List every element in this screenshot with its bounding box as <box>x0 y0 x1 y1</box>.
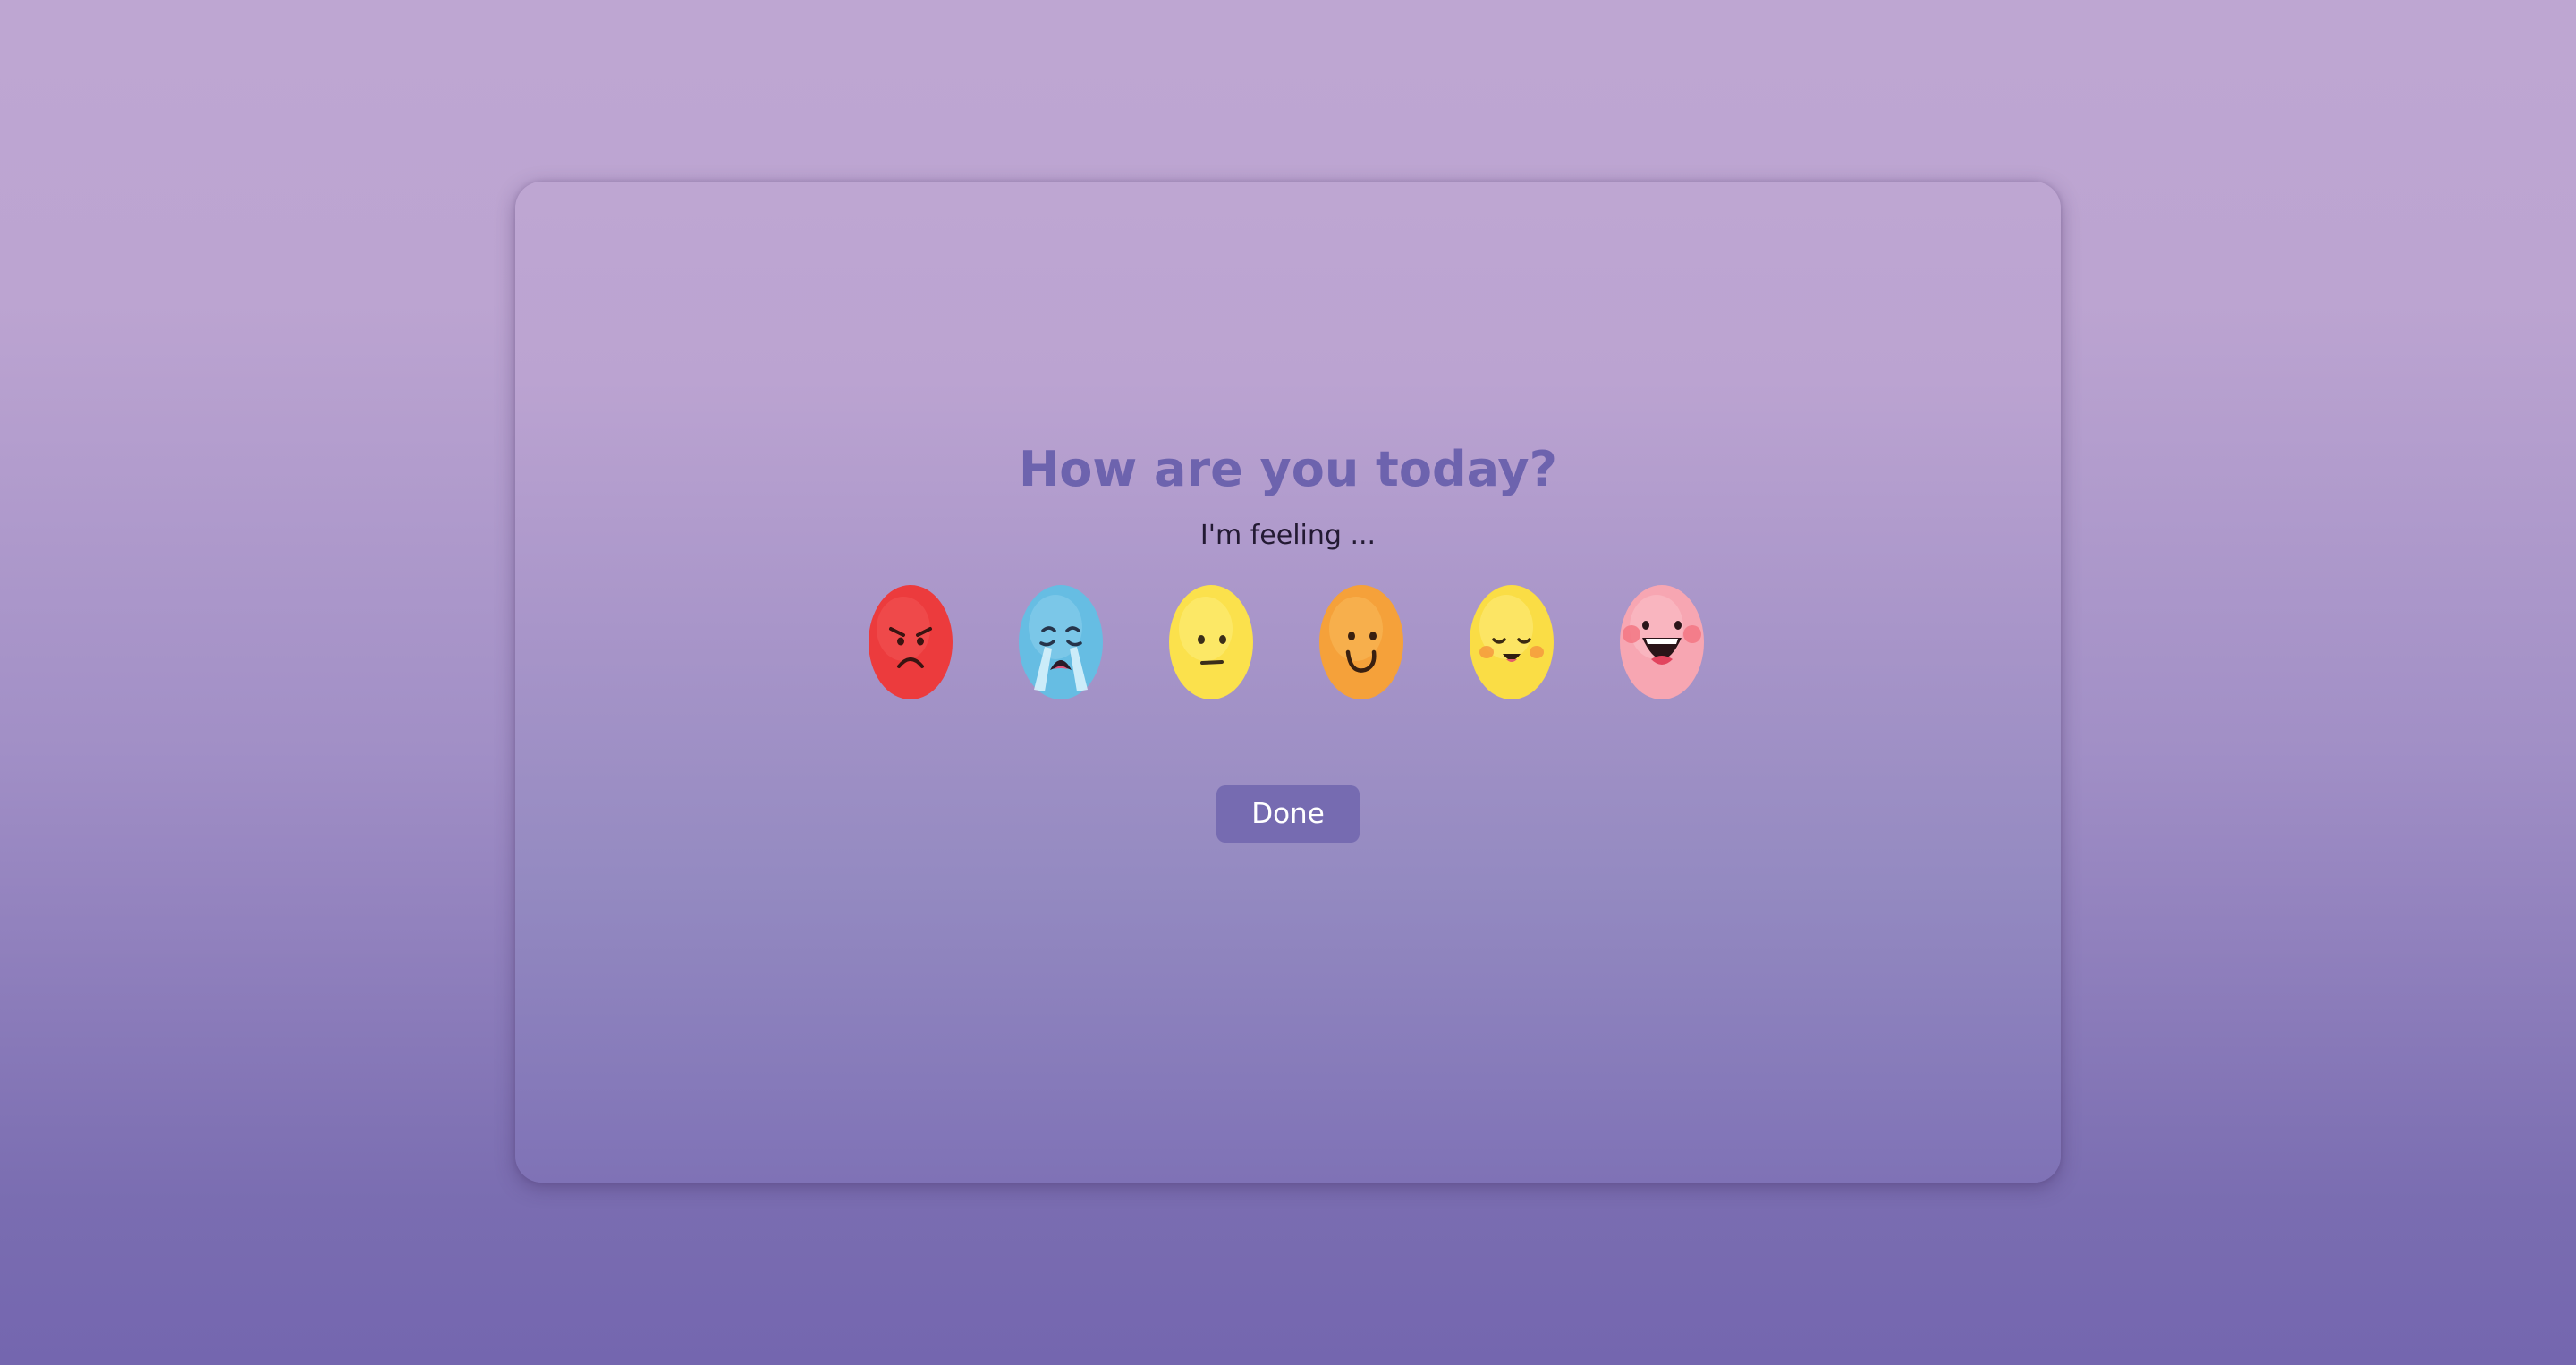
mood-option-laughing[interactable] <box>1619 584 1705 700</box>
mood-options <box>868 584 1708 704</box>
laughing-face-icon <box>1620 585 1704 699</box>
neutral-face-icon <box>1169 585 1253 699</box>
mood-option-content[interactable] <box>1469 584 1555 700</box>
crying-face-icon <box>1019 585 1103 699</box>
mood-option-angry[interactable] <box>868 584 953 700</box>
smiling-face-icon <box>1319 585 1403 699</box>
page-title: How are you today? <box>1019 441 1557 497</box>
angry-face-icon <box>869 585 953 699</box>
mood-option-neutral[interactable] <box>1168 584 1254 700</box>
mood-option-smiling[interactable] <box>1318 584 1404 700</box>
feeling-prompt: I'm feeling ... <box>1199 520 1377 551</box>
content-face-icon <box>1470 585 1554 699</box>
done-button[interactable]: Done <box>1216 785 1360 843</box>
mood-option-crying[interactable] <box>1018 584 1104 700</box>
mood-card: How are you today? I'm feeling ... Done <box>515 182 2061 1183</box>
